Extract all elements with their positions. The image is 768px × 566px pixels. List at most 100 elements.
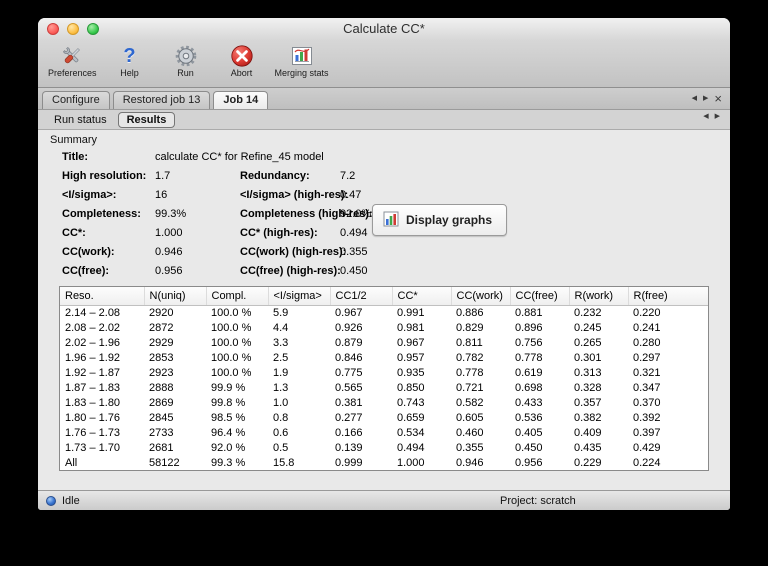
table-cell: 0.743 bbox=[397, 396, 425, 409]
table-cell: 1.3 bbox=[273, 381, 289, 394]
summary-label: CC* (high-res): bbox=[240, 227, 318, 239]
table-cell: 1.9 bbox=[273, 366, 289, 379]
table-cell: 99.9 % bbox=[211, 381, 246, 394]
subtab-next-icon[interactable]: ▶ bbox=[715, 113, 720, 121]
table-row[interactable]: 1.83 – 1.80 2869 99.8 % 1.0 0.381 0.743 0.582 0… bbox=[60, 395, 708, 410]
table-row[interactable]: 2.02 – 1.96 2929 100.0 % 3.3 0.879 0.967 0.811… bbox=[60, 335, 708, 350]
table-cell: 3.3 bbox=[273, 336, 289, 349]
help-icon: ? bbox=[123, 45, 136, 67]
table-cell: 0.946 bbox=[456, 456, 484, 469]
summary-label: CC*: bbox=[62, 227, 86, 239]
column-header[interactable]: R(free) bbox=[628, 287, 708, 306]
table-cell: 100.0 % bbox=[211, 321, 252, 334]
table-cell: 0.265 bbox=[574, 336, 602, 349]
table-cell: 0.355 bbox=[456, 441, 484, 454]
table-row[interactable]: 1.76 – 1.73 2733 96.4 % 0.6 0.166 0.534 0.460 0… bbox=[60, 425, 708, 440]
display-graphs-button[interactable]: Display graphs bbox=[372, 204, 508, 236]
minimize-window-button[interactable] bbox=[67, 23, 79, 35]
column-header[interactable]: N(uniq) bbox=[144, 287, 207, 306]
tab-prev-icon[interactable]: ◀ bbox=[692, 95, 697, 103]
tab-configure[interactable]: Configure bbox=[42, 91, 110, 109]
table-cell: 100.0 % bbox=[211, 306, 252, 319]
table-cell: 1.000 bbox=[397, 456, 425, 469]
table-cell: 58122 bbox=[149, 456, 180, 469]
results-header-row: Reso. N(uniq) Compl. <I/sigma> CC1/2 CC* CC(wo… bbox=[60, 287, 708, 306]
summary-label: Title: bbox=[62, 151, 89, 163]
column-header[interactable]: CC1/2 bbox=[330, 287, 393, 306]
table-row[interactable]: All 58122 99.3 % 15.8 0.999 1.000 0.946 0.956 0.… bbox=[60, 455, 708, 470]
summary-label: CC(free): bbox=[62, 265, 110, 277]
toolbar-label: Run bbox=[177, 68, 194, 78]
table-row[interactable]: 2.08 – 2.02 2872 100.0 % 4.4 0.926 0.981 0.829… bbox=[60, 320, 708, 335]
table-cell: 0.659 bbox=[397, 411, 425, 424]
table-cell: 2869 bbox=[149, 396, 174, 409]
table-cell: 0.313 bbox=[574, 366, 602, 379]
table-cell: All bbox=[65, 456, 78, 469]
help-button[interactable]: ? Help bbox=[107, 42, 153, 78]
table-cell: 0.405 bbox=[515, 426, 543, 439]
table-cell: 2.02 – 1.96 bbox=[65, 336, 121, 349]
status-led-icon bbox=[46, 495, 56, 506]
traffic-lights bbox=[47, 23, 99, 35]
table-cell: 100.0 % bbox=[211, 336, 252, 349]
status-bar: Idle Project: scratch bbox=[38, 490, 730, 510]
table-cell: 0.981 bbox=[397, 321, 425, 334]
tab-next-icon[interactable]: ▶ bbox=[703, 95, 708, 103]
preferences-button[interactable]: Preferences bbox=[48, 42, 97, 78]
table-row[interactable]: 1.87 – 1.83 2888 99.9 % 1.3 0.565 0.850 0.721 0… bbox=[60, 380, 708, 395]
table-cell: 0.536 bbox=[515, 411, 543, 424]
summary-value: 0.956 bbox=[155, 265, 183, 277]
tab-close-icon[interactable]: × bbox=[714, 92, 722, 105]
app-window: Calculate CC* Preferences ? Help Run Abo… bbox=[38, 18, 730, 510]
summary-label: CC(work): bbox=[62, 246, 115, 258]
table-cell: 2872 bbox=[149, 321, 174, 334]
table-cell: 0.328 bbox=[574, 381, 602, 394]
summary-label: CC(free) (high-res): bbox=[240, 265, 341, 277]
merging-stats-button[interactable]: Merging stats bbox=[275, 42, 329, 78]
table-row[interactable]: 1.80 – 1.76 2845 98.5 % 0.8 0.277 0.659 0.605 0… bbox=[60, 410, 708, 425]
close-window-button[interactable] bbox=[47, 23, 59, 35]
table-cell: 0.321 bbox=[633, 366, 661, 379]
tab-restored-job-13[interactable]: Restored job 13 bbox=[112, 91, 211, 109]
table-cell: 0.605 bbox=[456, 411, 484, 424]
preferences-icon bbox=[59, 42, 85, 70]
abort-button[interactable]: Abort bbox=[219, 42, 265, 78]
table-cell: 1.76 – 1.73 bbox=[65, 426, 121, 439]
table-cell: 0.8 bbox=[273, 411, 289, 424]
tab-results[interactable]: Results bbox=[117, 111, 176, 128]
table-cell: 2.14 – 2.08 bbox=[65, 306, 121, 319]
subtab-prev-icon[interactable]: ◀ bbox=[703, 113, 708, 121]
table-cell: 0.829 bbox=[456, 321, 484, 334]
summary-value: 1.7 bbox=[155, 170, 171, 182]
column-header[interactable]: CC(free) bbox=[510, 287, 570, 306]
column-header[interactable]: Reso. bbox=[60, 287, 145, 306]
column-header[interactable]: R(work) bbox=[569, 287, 629, 306]
run-button[interactable]: Run bbox=[163, 42, 209, 78]
table-cell: 0.967 bbox=[335, 306, 363, 319]
summary-value bbox=[340, 148, 730, 167]
summary-value: 0.450 bbox=[340, 265, 368, 277]
table-cell: 0.397 bbox=[633, 426, 661, 439]
table-row[interactable]: 2.14 – 2.08 2920 100.0 % 5.9 0.967 0.991 0.886… bbox=[60, 305, 708, 320]
table-cell: 0.450 bbox=[515, 441, 543, 454]
column-header[interactable]: <I/sigma> bbox=[268, 287, 331, 306]
table-cell: 0.435 bbox=[574, 441, 602, 454]
column-header[interactable]: Compl. bbox=[206, 287, 269, 306]
tab-job-14[interactable]: Job 14 bbox=[213, 91, 269, 109]
table-cell: 0.782 bbox=[456, 351, 484, 364]
zoom-window-button[interactable] bbox=[87, 23, 99, 35]
table-cell: 0.991 bbox=[397, 306, 425, 319]
table-row[interactable]: 1.96 – 1.92 2853 100.0 % 2.5 0.846 0.957 0.782… bbox=[60, 350, 708, 365]
titlebar[interactable]: Calculate CC* bbox=[38, 18, 730, 40]
table-cell: 0.494 bbox=[397, 441, 425, 454]
table-row[interactable]: 1.92 – 1.87 2923 100.0 % 1.9 0.775 0.935 0.778… bbox=[60, 365, 708, 380]
tab-run-status[interactable]: Run status bbox=[46, 113, 115, 127]
column-header[interactable]: CC(work) bbox=[451, 287, 511, 306]
column-header[interactable]: CC* bbox=[392, 287, 452, 306]
table-row[interactable]: 1.73 – 1.70 2681 92.0 % 0.5 0.139 0.494 0.355 0… bbox=[60, 440, 708, 455]
table-cell: 0.881 bbox=[515, 306, 543, 319]
bar-chart-icon bbox=[383, 211, 399, 230]
table-cell: 0.220 bbox=[633, 306, 661, 319]
table-cell: 1.87 – 1.83 bbox=[65, 381, 121, 394]
result-tab-bar: Run status Results ◀ ▶ bbox=[38, 110, 730, 130]
